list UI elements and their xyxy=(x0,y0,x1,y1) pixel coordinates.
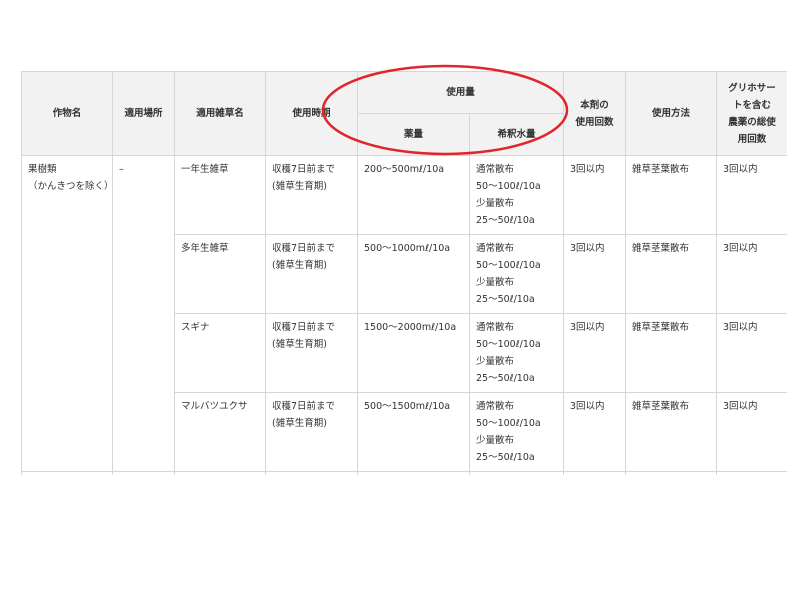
usage-table: 作物名 適用場所 適用雑草名 使用時期 使用量 本剤の 使用回数 使用方法 グリ… xyxy=(21,71,787,475)
cell-chemical: 500～1500mℓ/10a xyxy=(357,392,470,472)
crop-line: 果樹類 xyxy=(28,164,57,175)
cell-method: 雑草茎葉散布 xyxy=(625,392,718,472)
crop-line: （かんきつを除く） xyxy=(28,181,114,192)
header-water: 希釈水量 xyxy=(468,113,565,156)
cell-water: 通常散布 50～100ℓ/10a 少量散布 25～50ℓ/10a xyxy=(468,392,565,472)
cell-chemical: 1500～2000mℓ/10a xyxy=(357,313,470,393)
water-line: 50～100ℓ/10a xyxy=(476,418,541,429)
timing-line: 収穫7日前まで xyxy=(272,322,336,333)
cell-timing: 収穫7日前まで (雑草生育期) xyxy=(265,313,358,393)
timing-line: (雑草生育期) xyxy=(272,181,327,192)
timing-line: (雑草生育期) xyxy=(272,260,327,271)
water-line: 通常散布 xyxy=(476,401,515,412)
cell-chemical: 500～1000mℓ/10a xyxy=(357,234,470,314)
cell-timing: 収穫7日前まで (雑草生育期) xyxy=(265,392,358,472)
cell-count: 3回以内 xyxy=(563,313,627,393)
cell-total: 3回以内 xyxy=(716,392,787,472)
cell-weed: 一年生雑草 xyxy=(174,155,266,235)
cell-weed: マルバツユクサ xyxy=(174,392,266,472)
cell-weed: 多年生雑草 xyxy=(174,234,266,314)
cell-total: 3回以内 xyxy=(716,155,787,235)
water-line: 50～100ℓ/10a xyxy=(476,339,541,350)
water-line: 少量散布 xyxy=(476,277,515,288)
water-line: 少量散布 xyxy=(476,435,515,446)
timing-line: 収穫7日前まで xyxy=(272,243,336,254)
header-count: 本剤の 使用回数 xyxy=(563,71,627,156)
timing-line: 収穫7日前まで xyxy=(272,164,336,175)
cell-method: 雑草茎葉散布 xyxy=(625,234,718,314)
header-count-line: 使用回数 xyxy=(575,116,614,128)
timing-line: (雑草生育期) xyxy=(272,339,327,350)
cell-timing: 収穫7日前まで (雑草生育期) xyxy=(265,155,358,235)
cell-chemical: 200～500mℓ/10a xyxy=(357,155,470,235)
cell-empty xyxy=(174,471,266,475)
timing-line: 収穫7日前まで xyxy=(272,401,336,412)
timing-line: (雑草生育期) xyxy=(272,418,327,429)
table-row-cut-off xyxy=(21,471,787,475)
cell-count: 3回以内 xyxy=(563,155,627,235)
cell-empty xyxy=(716,471,787,475)
header-total-line: トを含む xyxy=(733,99,772,111)
cell-water: 通常散布 50～100ℓ/10a 少量散布 25～50ℓ/10a xyxy=(468,155,565,235)
header-method: 使用方法 xyxy=(625,71,718,156)
header-timing: 使用時期 xyxy=(265,71,358,156)
water-line: 50～100ℓ/10a xyxy=(476,181,541,192)
water-line: 25～50ℓ/10a xyxy=(476,294,535,305)
cell-total: 3回以内 xyxy=(716,313,787,393)
header-chemical: 薬量 xyxy=(357,113,470,156)
cell-method: 雑草茎葉散布 xyxy=(625,313,718,393)
cell-empty xyxy=(468,471,565,475)
header-amount-group: 使用量 xyxy=(356,71,565,114)
header-total: グリホサー トを含む 農薬の総使 用回数 xyxy=(716,71,787,156)
cell-crop: 果樹類 （かんきつを除く） xyxy=(21,155,114,472)
water-line: 25～50ℓ/10a xyxy=(476,452,535,463)
header-place: 適用場所 xyxy=(112,71,175,156)
cell-method: 雑草茎葉散布 xyxy=(625,155,718,235)
header-count-line: 本剤の xyxy=(580,99,609,111)
cell-empty xyxy=(625,471,718,475)
water-line: 少量散布 xyxy=(476,198,515,209)
cell-empty xyxy=(265,471,358,475)
cell-total: 3回以内 xyxy=(716,234,787,314)
header-crop: 作物名 xyxy=(21,71,113,156)
cell-weed: スギナ xyxy=(174,313,266,393)
cell-count: 3回以内 xyxy=(563,234,627,314)
cell-empty xyxy=(563,471,627,475)
cell-water: 通常散布 50～100ℓ/10a 少量散布 25～50ℓ/10a xyxy=(468,313,565,393)
header-total-line: 用回数 xyxy=(737,133,767,145)
table-row: 果樹類 （かんきつを除く） – 一年生雑草 収穫7日前まで (雑草生育期) 20… xyxy=(21,155,787,472)
cell-empty xyxy=(357,471,470,475)
water-line: 通常散布 xyxy=(476,322,515,333)
header-total-line: 農薬の総使 xyxy=(728,116,776,128)
cell-timing: 収穫7日前まで (雑草生育期) xyxy=(265,234,358,314)
water-line: 少量散布 xyxy=(476,356,515,367)
cell-place: – xyxy=(112,155,175,472)
cell-empty xyxy=(21,471,113,475)
header-total-line: グリホサー xyxy=(728,82,776,94)
water-line: 25～50ℓ/10a xyxy=(476,215,535,226)
water-line: 通常散布 xyxy=(476,164,515,175)
water-line: 50～100ℓ/10a xyxy=(476,260,541,271)
water-line: 25～50ℓ/10a xyxy=(476,373,535,384)
cell-water: 通常散布 50～100ℓ/10a 少量散布 25～50ℓ/10a xyxy=(468,234,565,314)
cell-empty xyxy=(112,471,175,475)
cell-count: 3回以内 xyxy=(563,392,627,472)
usage-table-container: 作物名 適用場所 適用雑草名 使用時期 使用量 本剤の 使用回数 使用方法 グリ… xyxy=(21,71,787,475)
water-line: 通常散布 xyxy=(476,243,515,254)
header-weed: 適用雑草名 xyxy=(174,71,266,156)
